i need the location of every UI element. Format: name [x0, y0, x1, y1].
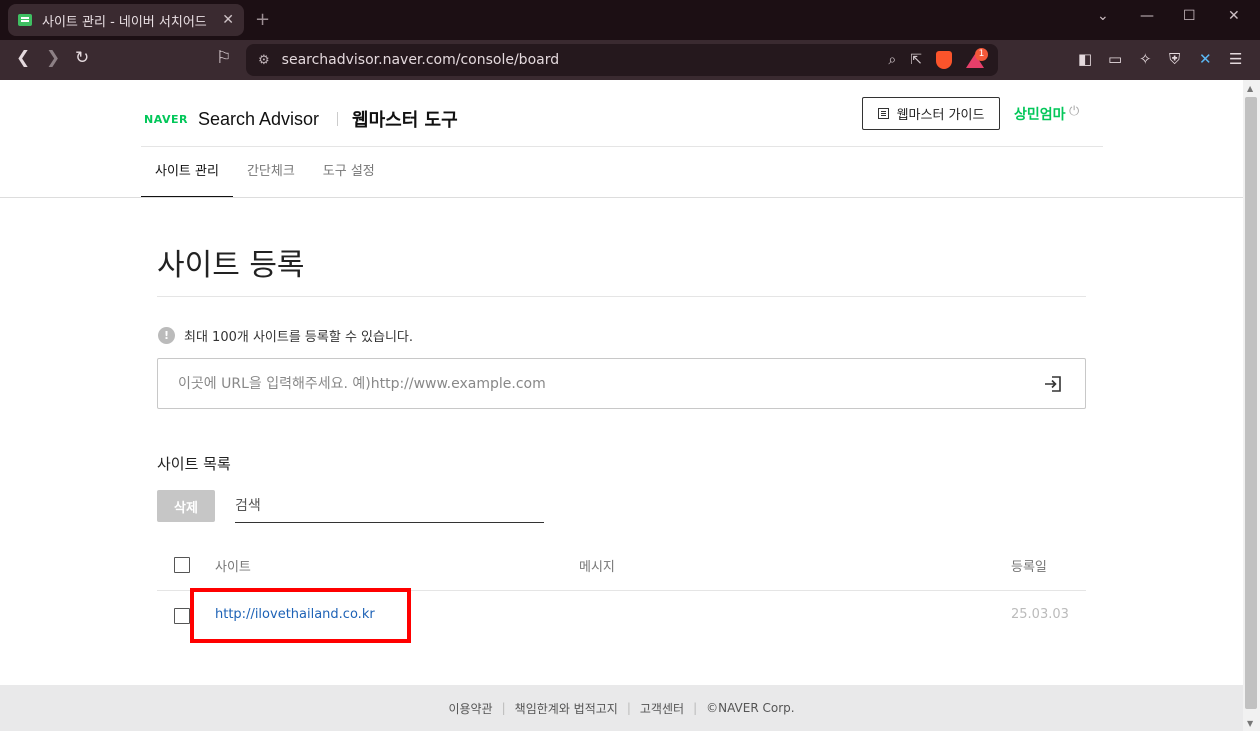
- site-url-input[interactable]: [158, 359, 1043, 408]
- brand-header: NAVER Search Advisor 웹마스터 도구: [144, 106, 458, 132]
- wallet-icon[interactable]: ▭: [1108, 50, 1122, 68]
- guide-button-label: 웹마스터 가이드: [896, 108, 985, 123]
- tab-site-management[interactable]: 사이트 관리: [141, 152, 233, 198]
- tab-title: 사이트 관리 - 네이버 서치어드: [42, 14, 207, 30]
- footer-separator: |: [626, 701, 631, 715]
- tool-title[interactable]: 웹마스터 도구: [352, 106, 458, 132]
- footer-separator: |: [693, 701, 698, 715]
- register-notice: ! 최대 100개 사이트를 등록할 수 있습니다.: [158, 326, 413, 345]
- footer-link-support[interactable]: 고객센터: [640, 700, 684, 717]
- zoom-icon[interactable]: ⌕: [888, 52, 896, 68]
- footer: 이용약관 | 책임한계와 법적고지 | 고객센터 | ©NAVER Corp.: [0, 685, 1243, 731]
- column-header-message: 메시지: [579, 560, 615, 575]
- browser-tab-bar: 사이트 관리 - 네이버 서치어드 ✕ + ⌄ — ☐ ✕: [0, 0, 1260, 40]
- footer-separator: |: [501, 701, 506, 715]
- brave-rewards-icon[interactable]: 1: [966, 48, 988, 68]
- rewards-badge: 1: [975, 48, 988, 61]
- guide-book-icon: [877, 108, 889, 119]
- scroll-up-icon[interactable]: ▲: [1247, 84, 1253, 93]
- user-name[interactable]: 상민엄마: [1014, 104, 1066, 124]
- notice-text: 최대 100개 사이트를 등록할 수 있습니다.: [184, 330, 414, 345]
- product-name[interactable]: Search Advisor: [198, 109, 319, 130]
- nav-bottom-line: [0, 197, 1243, 198]
- webmaster-guide-button[interactable]: 웹마스터 가이드: [862, 97, 1000, 130]
- brave-shields-icon[interactable]: [936, 51, 952, 69]
- tab-tool-settings[interactable]: 도구 설정: [309, 152, 389, 198]
- naver-logo[interactable]: NAVER: [144, 113, 188, 126]
- share-icon[interactable]: ⇱: [910, 52, 922, 68]
- forward-arrow-icon[interactable]: ❯: [46, 48, 60, 68]
- back-arrow-icon[interactable]: ❮: [16, 48, 30, 68]
- leo-ai-icon[interactable]: ✧: [1139, 50, 1152, 68]
- footer-copyright: ©NAVER Corp.: [706, 701, 795, 715]
- site-info-icon[interactable]: ⚙: [258, 53, 270, 68]
- tab-search-chevron-icon[interactable]: ⌄: [1097, 8, 1109, 24]
- main-nav: 사이트 관리 간단체크 도구 설정: [141, 152, 389, 198]
- delete-button[interactable]: 삭제: [157, 490, 215, 522]
- header-divider: [337, 112, 339, 126]
- row-checkbox[interactable]: [174, 608, 190, 624]
- close-window-icon[interactable]: ✕: [1228, 8, 1240, 24]
- logout-power-icon[interactable]: ⏻: [1069, 104, 1079, 119]
- site-search-input[interactable]: [235, 490, 544, 522]
- registration-date: 25.03.03: [1011, 607, 1069, 622]
- browser-tab[interactable]: 사이트 관리 - 네이버 서치어드 ✕: [8, 4, 244, 36]
- column-header-site: 사이트: [215, 560, 251, 575]
- select-all-checkbox[interactable]: [174, 557, 190, 573]
- page-content: NAVER Search Advisor 웹마스터 도구 웹마스터 가이드 상민…: [0, 80, 1243, 731]
- bookmark-icon[interactable]: ⚐: [216, 48, 231, 68]
- browser-toolbar: ❮ ❯ ↻ ⚐ ⚙ searchadvisor.naver.com/consol…: [0, 40, 1260, 80]
- url-input-box: [157, 358, 1086, 409]
- address-bar[interactable]: ⚙ searchadvisor.naver.com/console/board …: [246, 44, 998, 76]
- scroll-down-icon[interactable]: ▼: [1247, 719, 1253, 728]
- info-icon: !: [158, 327, 175, 344]
- site-favicon-icon: [18, 14, 32, 26]
- maximize-window-icon[interactable]: ☐: [1183, 8, 1196, 24]
- new-tab-button[interactable]: +: [255, 9, 270, 30]
- site-list-title: 사이트 목록: [157, 455, 231, 473]
- footer-link-terms[interactable]: 이용약관: [448, 700, 492, 717]
- title-divider: [157, 296, 1086, 297]
- register-submit-icon[interactable]: [1043, 375, 1063, 393]
- header-divider-line: [141, 146, 1103, 147]
- extension-icon[interactable]: ✕: [1199, 50, 1212, 68]
- site-search-box: [235, 490, 544, 523]
- reload-icon[interactable]: ↻: [75, 48, 89, 68]
- footer-link-legal[interactable]: 책임한계와 법적고지: [515, 700, 618, 717]
- vpn-shield-icon[interactable]: ⛨: [1169, 50, 1180, 68]
- close-tab-icon[interactable]: ✕: [222, 12, 234, 28]
- address-url[interactable]: searchadvisor.naver.com/console/board: [282, 52, 889, 68]
- page-title: 사이트 등록: [157, 248, 305, 283]
- scrollbar-thumb[interactable]: [1245, 97, 1257, 709]
- minimize-window-icon[interactable]: —: [1140, 8, 1154, 24]
- red-highlight-box: [190, 588, 411, 643]
- menu-icon[interactable]: ☰: [1229, 50, 1242, 68]
- column-header-date: 등록일: [1011, 560, 1047, 575]
- tab-simple-check[interactable]: 간단체크: [233, 152, 309, 198]
- sidebar-icon[interactable]: ◧: [1078, 50, 1092, 68]
